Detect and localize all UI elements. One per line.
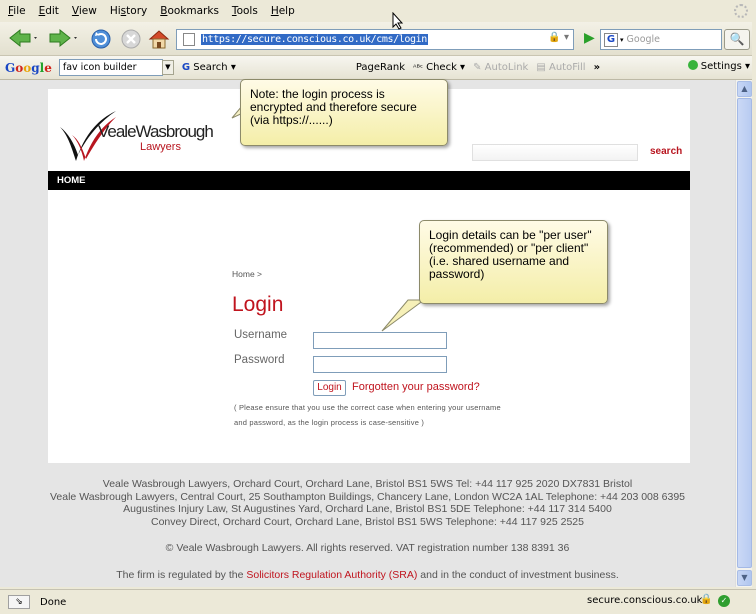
google-settings-button[interactable]: Settings ▾: [687, 60, 750, 72]
url-text[interactable]: https://secure.conscious.co.uk/cms/login: [201, 34, 428, 45]
settings-status-icon: [687, 60, 698, 70]
menu-help[interactable]: Help: [271, 5, 295, 17]
password-field[interactable]: [313, 356, 447, 373]
site-search-input[interactable]: [472, 144, 638, 161]
engine-dropdown-icon[interactable]: ▾: [620, 36, 624, 44]
menu-file[interactable]: File: [8, 5, 26, 17]
menu-tools[interactable]: Tools: [232, 5, 258, 17]
pagerank-indicator[interactable]: PageRank: [356, 62, 405, 73]
username-label: Username: [234, 329, 288, 341]
status-site-url[interactable]: secure.conscious.co.uk: [587, 595, 702, 606]
logo-subtitle: Lawyers: [140, 141, 181, 153]
google-toolbar-dropdown-icon[interactable]: ▼: [161, 60, 174, 75]
google-toolbar-search-input[interactable]: fav icon builder: [58, 59, 163, 76]
url-bar[interactable]: https://secure.conscious.co.uk/cms/login…: [176, 29, 574, 50]
login-details-callout: Login details can be "per user" (recomme…: [419, 220, 608, 304]
status-check-icon[interactable]: ✓: [718, 595, 730, 607]
footer-address-bristol: Veale Wasbrough Lawyers, Orchard Court, …: [102, 478, 633, 490]
browser-window: File Edit View History Bookmarks Tools H…: [0, 0, 756, 614]
url-dropdown-icon[interactable]: ▾: [564, 32, 569, 43]
abc-check-icon: ᴬᴮᶜ: [413, 63, 423, 72]
autolink-icon: ✎: [473, 62, 482, 73]
throbber-icon: [734, 4, 748, 18]
home-icon[interactable]: [148, 28, 170, 55]
menu-view[interactable]: View: [72, 5, 97, 17]
scrollbar-thumb[interactable]: [737, 98, 752, 568]
status-text: Done: [40, 596, 67, 608]
stop-icon[interactable]: [120, 28, 142, 55]
search-engine-placeholder: Google: [626, 34, 661, 45]
case-sensitivity-note-line1: ( Please ensure that you use the correct…: [234, 403, 501, 412]
reload-icon[interactable]: [90, 28, 112, 55]
menu-bar: File Edit View History Bookmarks Tools H…: [0, 0, 756, 22]
scroll-up-icon[interactable]: ▲: [737, 81, 752, 97]
page-viewport: VealeWasbrough Lawyers search HOME Home …: [0, 80, 735, 587]
menu-history[interactable]: History: [110, 5, 147, 17]
logo-name: VealeWasbrough: [98, 122, 214, 141]
autolink-button[interactable]: ✎ AutoLink: [473, 62, 528, 73]
veale-wasbrough-logo[interactable]: VealeWasbrough Lawyers: [58, 105, 238, 165]
padlock-icon[interactable]: 🔒: [548, 32, 560, 43]
search-engine-box[interactable]: G ▾ Google: [600, 29, 722, 50]
password-label: Password: [234, 354, 285, 366]
footer-address-london: Veale Wasbrough Lawyers, Central Court, …: [50, 490, 685, 503]
google-toolbar-logo[interactable]: Google: [5, 61, 52, 75]
site-search-button[interactable]: search: [650, 146, 682, 157]
case-sensitivity-note-line2: and password, as the login process is ca…: [234, 418, 425, 427]
go-arrow-icon[interactable]: ▶: [584, 30, 595, 46]
nav-home-link[interactable]: HOME: [57, 175, 86, 186]
page-footer: Veale Wasbrough Lawyers, Orchard Court, …: [0, 478, 735, 581]
footer-regulation: The firm is regulated by the Solicitors …: [116, 568, 619, 581]
spell-check-button[interactable]: ᴬᴮᶜ Check ▾: [413, 62, 465, 73]
login-button[interactable]: Login: [313, 380, 346, 396]
autofill-icon: ▤: [536, 62, 546, 73]
menu-bookmarks[interactable]: Bookmarks: [160, 5, 219, 17]
url-bar-controls: 🔒 ▾: [548, 32, 569, 43]
status-padlock-icon[interactable]: 🔒: [700, 594, 712, 605]
breadcrumb[interactable]: Home >: [232, 269, 262, 279]
forward-arrow-icon[interactable]: [48, 28, 78, 53]
status-bar: ⇘ Done secure.conscious.co.uk 🔒 ✓: [0, 589, 756, 614]
scroll-down-icon[interactable]: ▼: [737, 570, 752, 586]
footer-copyright: © Veale Wasbrough Lawyers. All rights re…: [165, 542, 570, 554]
site-nav-bar: HOME: [48, 171, 690, 190]
more-chevron-icon[interactable]: »: [594, 62, 600, 73]
page-favicon-icon: [183, 33, 195, 46]
status-connection-icon: ⇘: [8, 595, 30, 609]
mouse-cursor-icon: [392, 12, 404, 30]
google-search-button[interactable]: G Search ▾: [182, 62, 236, 73]
navigation-toolbar: https://secure.conscious.co.uk/cms/login…: [0, 22, 756, 56]
google-engine-icon[interactable]: G: [604, 32, 618, 47]
google-toolbar: Google fav icon builder ▼ G Search ▾ Pag…: [0, 56, 756, 80]
google-g-icon: G: [181, 62, 191, 73]
sra-link[interactable]: Solicitors Regulation Authority (SRA): [246, 569, 417, 581]
login-callout-tail: [381, 299, 426, 332]
vertical-scrollbar[interactable]: ▲ ▼: [735, 80, 752, 587]
footer-address-convey: Convey Direct, Orchard Court, Orchard La…: [151, 515, 584, 528]
https-note-callout: Note: the login process is encrypted and…: [240, 79, 448, 146]
page-title: Login: [232, 293, 284, 316]
forgotten-password-link[interactable]: Forgotten your password?: [352, 381, 480, 393]
menu-edit[interactable]: Edit: [39, 5, 59, 17]
magnifier-search-icon[interactable]: 🔍: [724, 29, 750, 50]
footer-address-augustines: Augustines Injury Law, St Augustines Yar…: [123, 503, 612, 515]
back-arrow-icon[interactable]: [8, 28, 38, 53]
autofill-button[interactable]: ▤ AutoFill: [536, 62, 585, 73]
